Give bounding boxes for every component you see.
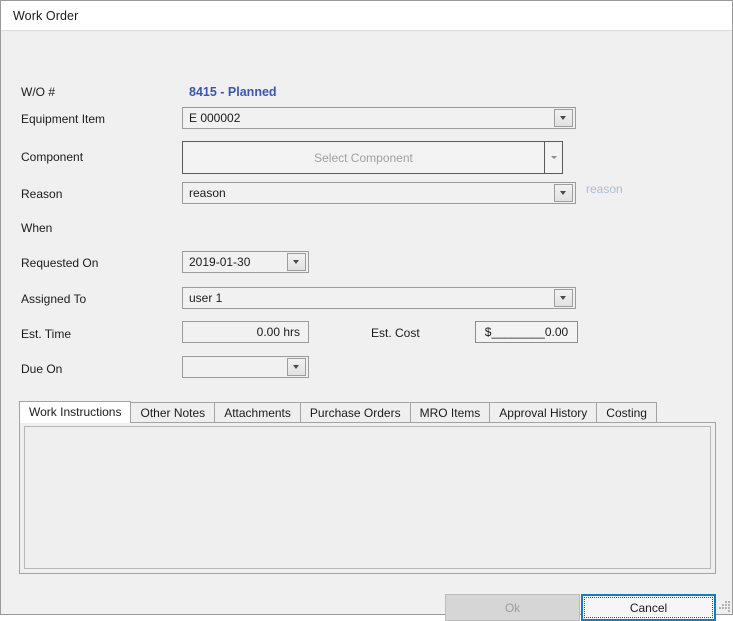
when-label: When [21, 221, 53, 235]
est-cost-label: Est. Cost [371, 326, 420, 340]
tab-label: Purchase Orders [309, 406, 401, 420]
grip-dot [728, 604, 730, 606]
reason-value: reason [189, 186, 226, 200]
tab-other-notes[interactable]: Other Notes [130, 402, 216, 423]
tab-label: Costing [606, 406, 647, 420]
cancel-button[interactable]: Cancel [581, 594, 716, 621]
component-picker[interactable]: Select Component [182, 141, 563, 174]
assigned-to-label: Assigned To [21, 292, 87, 306]
tab-label: Other Notes [140, 406, 206, 420]
assigned-to-value: user 1 [189, 291, 223, 305]
cancel-button-label: Cancel [629, 600, 668, 615]
tab-label: Attachments [224, 406, 291, 420]
ok-button[interactable]: Ok [445, 594, 580, 621]
component-placeholder: Select Component [314, 150, 413, 165]
tab-label: MRO Items [419, 406, 481, 420]
grip-dot [728, 607, 730, 609]
row-wo-number: W/O # 8415 - Planned [1, 81, 732, 103]
grip-dot [722, 604, 724, 606]
row-est-time: Est. Time [1, 323, 732, 345]
equipment-item-value: E 000002 [189, 111, 241, 125]
tab-mro-items[interactable]: MRO Items [409, 402, 491, 423]
tab-strip: Work Instructions Other Notes Attachments P… [19, 401, 716, 423]
tab-attachments[interactable]: Attachments [214, 402, 301, 423]
grip-dot [725, 601, 727, 603]
reason-label: Reason [21, 187, 63, 201]
requested-on-label: Requested On [21, 256, 99, 270]
window-title: Work Order [13, 8, 79, 23]
est-cost-value: $________0.00 [484, 325, 569, 339]
est-time-label: Est. Time [21, 327, 72, 341]
tab-costing[interactable]: Costing [596, 402, 657, 423]
form-client-area: W/O # 8415 - Planned Equipment Item E 00… [1, 31, 732, 621]
grip-dot [728, 601, 730, 603]
grip-dot [719, 607, 721, 609]
wo-number-value: 8415 - Planned [189, 85, 277, 99]
assigned-to-combobox[interactable]: user 1 [182, 287, 576, 309]
work-instructions-textarea[interactable] [24, 426, 711, 569]
tab-approval-history[interactable]: Approval History [489, 402, 598, 423]
wo-number-label: W/O # [21, 85, 56, 99]
grip-dot [722, 607, 724, 609]
tab-label: Approval History [499, 406, 588, 420]
reason-side-label[interactable]: reason [586, 182, 623, 196]
chevron-down-icon[interactable] [287, 253, 306, 271]
est-time-input[interactable]: 0.00 hrs [182, 321, 309, 343]
requested-on-datepicker[interactable]: 2019-01-30 [182, 251, 309, 273]
ok-button-label: Ok [504, 600, 521, 615]
row-when: When [1, 217, 732, 239]
chevron-down-icon[interactable] [554, 289, 573, 307]
work-order-window: Work Order W/O # 8415 - Planned Equipmen… [0, 0, 733, 621]
tab-work-instructions[interactable]: Work Instructions [19, 401, 132, 423]
equipment-item-label: Equipment Item [21, 112, 106, 126]
due-on-datepicker[interactable] [182, 356, 309, 378]
grip-dot [725, 607, 727, 609]
reason-combobox[interactable]: reason [182, 182, 576, 204]
est-time-value: 0.00 hrs [256, 325, 300, 339]
due-on-label: Due On [21, 362, 63, 376]
row-requested-on: Requested On [1, 252, 732, 274]
title-bar: Work Order [1, 1, 732, 31]
tab-panel [19, 422, 716, 574]
chevron-down-icon[interactable] [544, 142, 562, 173]
tab-label: Work Instructions [29, 405, 122, 419]
grip-dot [728, 610, 730, 612]
chevron-down-icon[interactable] [287, 358, 306, 376]
tab-purchase-orders[interactable]: Purchase Orders [299, 402, 411, 423]
resize-grip-icon[interactable] [717, 599, 730, 612]
chevron-down-icon[interactable] [554, 109, 573, 127]
equipment-item-combobox[interactable]: E 000002 [182, 107, 576, 129]
component-label: Component [21, 150, 84, 164]
grip-dot [725, 604, 727, 606]
row-due-on: Due On [1, 358, 732, 380]
est-cost-input[interactable]: $________0.00 [475, 321, 578, 343]
chevron-down-icon[interactable] [554, 184, 573, 202]
requested-on-value: 2019-01-30 [189, 255, 251, 269]
